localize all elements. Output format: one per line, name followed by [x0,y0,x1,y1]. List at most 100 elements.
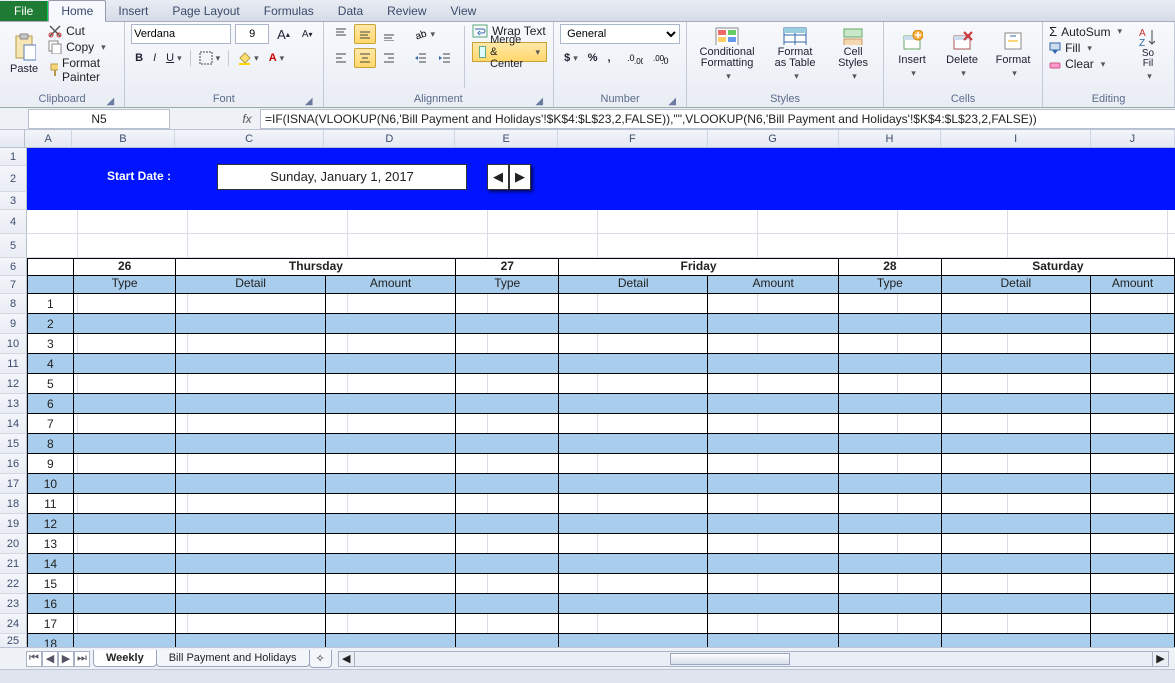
cell[interactable] [74,494,177,514]
format-painter-button[interactable]: Format Painter [48,56,118,84]
cell[interactable] [559,434,708,454]
cell[interactable] [559,474,708,494]
sort-filter-button[interactable]: AZ SoFil [1128,24,1168,84]
cell[interactable] [559,394,708,414]
cell[interactable] [839,514,942,534]
bold-button[interactable]: B [131,48,147,68]
cell[interactable] [176,574,325,594]
row-header-19[interactable]: 19 [0,514,27,534]
col-header-H[interactable]: H [839,130,942,147]
cell[interactable] [559,374,708,394]
cell[interactable] [559,294,708,314]
cell[interactable] [326,374,457,394]
row-header-15[interactable]: 15 [0,434,27,454]
cell[interactable] [942,614,1091,634]
align-left-button[interactable] [330,48,352,68]
fill-button[interactable]: Fill [1049,41,1122,55]
cell[interactable] [74,374,177,394]
cell[interactable] [559,594,708,614]
cell[interactable] [942,334,1091,354]
fill-color-button[interactable] [233,48,263,68]
cell[interactable] [326,574,457,594]
col-header-C[interactable]: C [175,130,325,147]
worksheet-grid[interactable]: ABCDEFGHIJ 12345678910111213141516171819… [0,130,1175,647]
cell[interactable] [74,534,177,554]
cell[interactable] [839,394,942,414]
cell[interactable] [708,434,839,454]
cell-styles-button[interactable]: Cell Styles [829,24,877,84]
cell[interactable] [326,614,457,634]
row-header-18[interactable]: 18 [0,494,27,514]
date-prev-button[interactable]: ◀ [487,164,509,190]
tab-home[interactable]: Home [48,0,106,22]
format-as-table-button[interactable]: Format as Table [767,24,823,84]
cell[interactable] [74,314,177,334]
cell[interactable] [708,574,839,594]
cell[interactable] [176,434,325,454]
row-header-24[interactable]: 24 [0,614,27,634]
cell[interactable] [1091,474,1175,494]
sheet-nav-last[interactable]: ⏭ [74,651,90,667]
row-header-16[interactable]: 16 [0,454,27,474]
row-header-3[interactable]: 3 [0,192,27,210]
cell[interactable] [326,434,457,454]
autosum-button[interactable]: ΣAutoSum [1049,24,1122,39]
cell[interactable] [559,314,708,334]
cell[interactable] [559,334,708,354]
cell[interactable] [839,494,942,514]
cell[interactable] [1091,594,1175,614]
cell[interactable] [326,334,457,354]
cell[interactable] [456,594,559,614]
col-header-J[interactable]: J [1091,130,1175,147]
cell[interactable] [839,574,942,594]
cell[interactable] [1091,494,1175,514]
cell[interactable] [839,534,942,554]
cell[interactable] [559,354,708,374]
cell[interactable] [942,414,1091,434]
select-all-corner[interactable] [0,130,25,147]
cell[interactable] [176,414,325,434]
row-header-22[interactable]: 22 [0,574,27,594]
cell[interactable] [1091,314,1175,334]
row-header-23[interactable]: 23 [0,594,27,614]
cell[interactable] [708,294,839,314]
cell[interactable] [456,574,559,594]
cell[interactable] [176,314,325,334]
cell[interactable] [942,474,1091,494]
cell[interactable] [1091,574,1175,594]
cell[interactable] [74,554,177,574]
cell[interactable] [1091,514,1175,534]
cell[interactable] [708,554,839,574]
cell[interactable] [176,514,325,534]
font-launcher[interactable]: ◢ [305,96,315,107]
cell[interactable] [942,374,1091,394]
cell[interactable] [559,494,708,514]
cell[interactable] [176,474,325,494]
cell[interactable] [708,614,839,634]
cell[interactable] [176,534,325,554]
merge-center-button[interactable]: Merge & Center [472,42,547,62]
cell[interactable] [708,454,839,474]
start-date-value[interactable]: Sunday, January 1, 2017 [217,164,467,190]
grow-font-button[interactable]: A▴ [273,24,294,44]
formula-input[interactable]: =IF(ISNA(VLOOKUP(N6,'Bill Payment and Ho… [260,109,1175,129]
orientation-button[interactable]: ab [410,24,440,44]
cell[interactable] [176,554,325,574]
cell[interactable] [1091,334,1175,354]
cell[interactable] [74,514,177,534]
cell[interactable] [176,614,325,634]
row-header-7[interactable]: 7 [0,276,27,294]
cell[interactable] [708,374,839,394]
italic-button[interactable]: I [149,48,160,68]
cell[interactable] [456,534,559,554]
cell[interactable] [839,474,942,494]
cell[interactable] [942,314,1091,334]
col-header-F[interactable]: F [558,130,708,147]
row-header-12[interactable]: 12 [0,374,27,394]
cell[interactable] [456,494,559,514]
comma-format-button[interactable]: , [604,48,615,68]
cell[interactable] [708,414,839,434]
cell[interactable] [708,474,839,494]
increase-decimal-button[interactable]: .0.00 [623,48,647,68]
insert-cells-button[interactable]: Insert [890,24,934,84]
